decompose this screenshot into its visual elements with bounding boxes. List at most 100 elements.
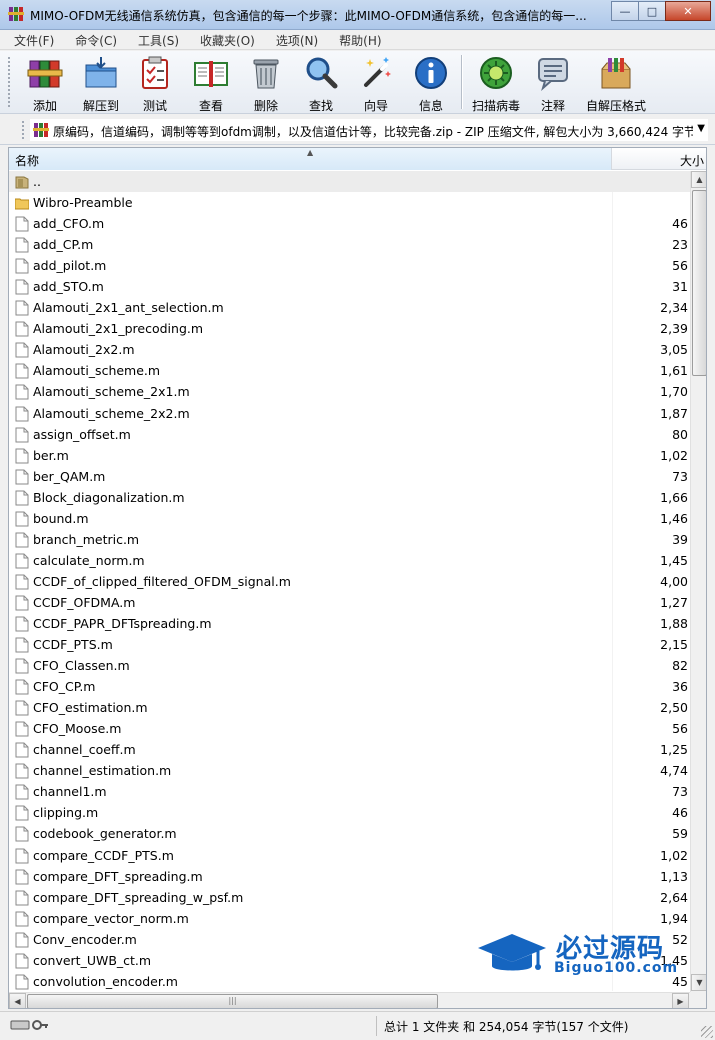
comment-button[interactable]: 注释	[526, 55, 580, 113]
file-row[interactable]: ber.m 1,02	[9, 445, 690, 466]
file-row[interactable]: Wibro-Preamble	[9, 192, 690, 213]
horizontal-scroll-thumb[interactable]: |||	[27, 994, 438, 1008]
sfx-button[interactable]: 自解压格式	[582, 55, 650, 113]
virus-scan-button[interactable]: 扫描病毒	[469, 55, 523, 113]
info-button[interactable]: 信息	[404, 55, 458, 113]
file-row[interactable]: channel_coeff.m 1,25	[9, 739, 690, 760]
vertical-scrollbar[interactable]: ▲ ▼	[690, 171, 706, 992]
file-name: Alamouti_2x1_precoding.m	[33, 321, 204, 337]
file-row[interactable]: add_CP.m 23	[9, 234, 690, 255]
file-row[interactable]: compare_vector_norm.m 1,94	[9, 908, 690, 929]
extract-to-button[interactable]: 解压到	[74, 55, 128, 113]
column-header-name[interactable]: 名称 ▲	[9, 148, 612, 170]
delete-button[interactable]: 删除	[239, 55, 293, 113]
file-row[interactable]: Alamouti_scheme_2x2.m 1,87	[9, 403, 690, 424]
file-icon	[15, 974, 29, 990]
find-button[interactable]: 查找	[294, 55, 348, 113]
file-name: channel_estimation.m	[33, 763, 172, 779]
file-row[interactable]: ..	[9, 171, 690, 193]
file-icon	[15, 911, 29, 927]
vertical-scroll-thumb[interactable]	[692, 190, 706, 376]
file-row[interactable]: CFO_estimation.m 2,50	[9, 697, 690, 718]
drive-key-icon[interactable]	[10, 1018, 50, 1032]
file-size: 36	[672, 679, 688, 695]
file-row[interactable]: CCDF_PAPR_DFTspreading.m 1,88	[9, 613, 690, 634]
file-row[interactable]: compare_DFT_spreading.m 1,13	[9, 866, 690, 887]
file-row[interactable]: clipping.m 46	[9, 802, 690, 823]
file-row[interactable]: bound.m 1,46	[9, 508, 690, 529]
file-row[interactable]: add_STO.m 31	[9, 276, 690, 297]
file-icon	[15, 553, 29, 569]
file-row[interactable]: ber_QAM.m 73	[9, 466, 690, 487]
file-row[interactable]: channel_estimation.m 4,74	[9, 760, 690, 781]
test-button[interactable]: 测试	[128, 55, 182, 113]
menu-bar: 文件(F) 命令(C) 工具(S) 收藏夹(O) 选项(N) 帮助(H)	[0, 30, 715, 50]
file-row[interactable]: Alamouti_scheme.m 1,61	[9, 360, 690, 381]
file-row[interactable]: Alamouti_2x1_precoding.m 2,39	[9, 318, 690, 339]
file-row[interactable]: add_pilot.m 56	[9, 255, 690, 276]
toolbar-grip[interactable]	[8, 57, 11, 107]
file-row[interactable]: CFO_Moose.m 56	[9, 718, 690, 739]
menu-commands[interactable]: 命令(C)	[61, 30, 124, 49]
wizard-button[interactable]: 向导	[349, 55, 403, 113]
file-icon	[15, 279, 29, 295]
file-size: 82	[672, 658, 688, 674]
virus-scan-icon	[480, 57, 512, 89]
add-button[interactable]: 添加	[18, 55, 72, 113]
file-row[interactable]: CCDF_of_clipped_filtered_OFDM_signal.m 4,…	[9, 571, 690, 592]
file-row[interactable]: CFO_CP.m 36	[9, 676, 690, 697]
maximize-button[interactable]: □	[638, 1, 666, 21]
file-row[interactable]: Alamouti_2x1_ant_selection.m 2,34	[9, 297, 690, 318]
info-label: 信息	[418, 99, 443, 113]
file-row[interactable]: compare_CCDF_PTS.m 1,02	[9, 845, 690, 866]
file-row[interactable]: add_CFO.m 46	[9, 213, 690, 234]
file-row[interactable]: compare_DFT_spreading_w_psf.m 2,64	[9, 887, 690, 908]
scroll-down-icon[interactable]: ▼	[691, 974, 706, 991]
menu-options[interactable]: 选项(N)	[262, 30, 325, 49]
file-size: 2,34	[660, 300, 688, 316]
file-size: 73	[672, 468, 688, 484]
close-button[interactable]: ✕	[665, 1, 711, 21]
info-icon	[415, 57, 447, 89]
column-header-size[interactable]: 大小	[613, 148, 706, 170]
file-row[interactable]: CCDF_OFDMA.m 1,27	[9, 592, 690, 613]
view-button[interactable]: 查看	[184, 55, 238, 113]
file-row[interactable]: assign_offset.m 80	[9, 424, 690, 445]
minimize-button[interactable]: —	[611, 1, 639, 21]
file-row[interactable]: channel1.m 73	[9, 781, 690, 802]
books-add-icon	[27, 60, 63, 88]
file-row[interactable]: calculate_norm.m 1,45	[9, 550, 690, 571]
horizontal-scrollbar[interactable]: ◀ ||| ▶	[9, 992, 690, 1008]
file-rows: .. Wibro-Preamble add_CFO.m 46 add_CP.m 23 add…	[9, 171, 690, 992]
list-header: 名称 ▲ 大小	[9, 148, 706, 170]
file-row[interactable]: CFO_Classen.m 82	[9, 655, 690, 676]
toolbar-separator	[461, 55, 463, 109]
file-row[interactable]: Alamouti_scheme_2x1.m 1,70	[9, 381, 690, 402]
file-size: 1,27	[660, 594, 688, 610]
menu-tools[interactable]: 工具(S)	[124, 30, 186, 49]
file-row[interactable]: CCDF_PTS.m 2,15	[9, 634, 690, 655]
scroll-up-icon[interactable]: ▲	[691, 171, 706, 188]
file-name: channel1.m	[33, 784, 107, 800]
graduation-cap-icon	[478, 934, 546, 971]
scroll-left-icon[interactable]: ◀	[9, 993, 26, 1008]
resize-grip[interactable]	[701, 1026, 713, 1038]
address-field[interactable]: 原编码，信道编码，调制等等到ofdm调制，以及信道估计等，比较完备.zip - …	[30, 119, 708, 141]
file-name: clipping.m	[33, 805, 99, 821]
file-size: 31	[672, 279, 688, 295]
file-row[interactable]: Alamouti_2x2.m 3,05	[9, 339, 690, 360]
file-row[interactable]: Block_diagonalization.m 1,66	[9, 487, 690, 508]
file-list[interactable]: 名称 ▲ 大小 .. Wibro-Preamble add_CFO.m 46 add_C…	[8, 147, 707, 1009]
menu-favorites[interactable]: 收藏夹(O)	[186, 30, 262, 49]
file-row[interactable]: branch_metric.m 39	[9, 529, 690, 550]
file-row[interactable]: codebook_generator.m 59	[9, 823, 690, 844]
address-grip[interactable]	[22, 121, 24, 139]
file-icon	[15, 258, 29, 274]
menu-file[interactable]: 文件(F)	[0, 30, 61, 49]
file-name: convolution_encoder.m	[33, 973, 178, 989]
address-dropdown-icon[interactable]: ▼	[697, 123, 705, 134]
menu-help[interactable]: 帮助(H)	[325, 30, 388, 49]
folder-icon	[15, 198, 29, 210]
scroll-right-icon[interactable]: ▶	[672, 993, 689, 1008]
file-icon	[15, 658, 29, 674]
